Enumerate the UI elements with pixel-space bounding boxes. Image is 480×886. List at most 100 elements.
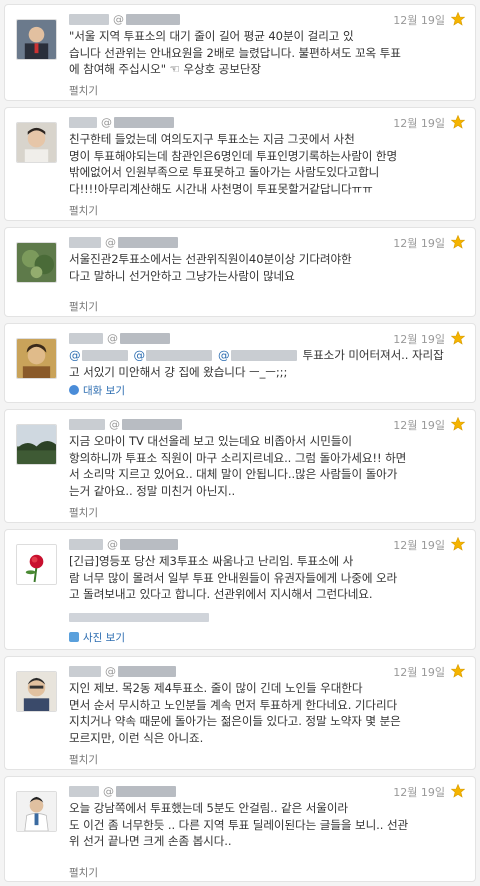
mention-link[interactable]: @: [134, 348, 146, 362]
tweet-text: 오늘 강남쪽에서 투표했는데 5분도 안걸림.. 같은 서울이라 도 이건 좀 …: [69, 800, 459, 850]
expand-link[interactable]: 펼치기: [69, 752, 98, 767]
tweet-line: 도 이건 좀 너무한듯 .. 다른 지역 투표 딜레이된다는 글들을 보니.. …: [69, 817, 409, 832]
star-icon[interactable]: [451, 235, 465, 249]
conversation-icon: [69, 385, 79, 395]
tweet-line: 서울진관2투표소에서는 선관위직원이40분이상 기다려야한: [69, 252, 352, 266]
at-sign: @: [105, 665, 116, 678]
avatar[interactable]: [16, 424, 57, 465]
redacted-username: [69, 117, 97, 128]
tweet-line: 다!!!!아무리계산해도 시간내 사천명이 투표못할거같답니다ㅠㅠ: [69, 181, 373, 196]
avatar[interactable]: [16, 242, 57, 283]
tweet-time[interactable]: 12월 19일: [393, 784, 445, 800]
redacted-username: [69, 237, 101, 248]
star-icon[interactable]: [451, 784, 465, 798]
star-icon[interactable]: [451, 537, 465, 551]
tweet-header: @ 12월 19일: [69, 417, 465, 433]
tweet-card[interactable]: @ 12월 19일 서울진관2투표소에서는 선관위직원이40분이상 기다려야한 …: [4, 227, 476, 317]
expand-link[interactable]: 펼치기: [69, 505, 98, 520]
tweet-text: [긴급]영등포 당산 제3투표소 싸움나고 난리임. 투표소에 사 람 너무 많…: [69, 553, 459, 603]
at-sign: @: [107, 538, 118, 551]
redacted-mention[interactable]: [146, 350, 212, 361]
tweet-line: 오늘 강남쪽에서 투표했는데 5분도 안걸림.. 같은 서울이라: [69, 801, 348, 815]
tweet-time[interactable]: 12월 19일: [393, 12, 445, 28]
tweet-card[interactable]: @ 12월 19일 @ @ @ 투표소가 미어터져서.. 자리잡 고 서있기 미안해서…: [4, 323, 476, 403]
tweet-header: @ 12월 19일: [69, 331, 465, 347]
tweet-card[interactable]: @ 12월 19일 지금 오마이 TV 대선올레 보고 있는데요 비좁아서 시민…: [4, 409, 476, 523]
redacted-username: [69, 786, 99, 797]
redacted-photo-link[interactable]: [69, 613, 209, 622]
tweet-text: @ @ @ 투표소가 미어터져서.. 자리잡 고 서있기 미안해서 걍 집에 왔습니다…: [69, 347, 459, 380]
redacted-handle: [118, 666, 176, 677]
tweet-card[interactable]: @ 12월 19일 [긴급]영등포 당산 제3투표소 싸움나고 난리임. 투표소…: [4, 529, 476, 650]
tweet-time[interactable]: 12월 19일: [393, 331, 445, 347]
avatar[interactable]: [16, 122, 57, 163]
redacted-mention[interactable]: [81, 350, 128, 361]
view-photo-label: 사진 보기: [83, 632, 125, 644]
redacted-handle: [114, 117, 174, 128]
tweet-line: 위 선거 끝나면 크게 손좀 봅시다..: [69, 834, 232, 848]
redacted-username: [69, 539, 103, 550]
tweet-card[interactable]: @ 12월 19일 오늘 강남쪽에서 투표했는데 5분도 안걸림.. 같은 서울…: [4, 776, 476, 882]
tweet-text: "서울 지역 투표소의 대기 줄이 길어 평균 40분이 걸리고 있 습니다 선…: [69, 28, 459, 78]
tweet-line: 지치거나 약속 때문에 돌아가는 젊은이들 있다고. 정말 노약자 몇 분은: [69, 714, 401, 728]
star-icon[interactable]: [451, 417, 465, 431]
star-icon[interactable]: [451, 331, 465, 345]
view-photo-link[interactable]: 사진 보기: [69, 630, 125, 645]
expand-link[interactable]: 펼치기: [69, 203, 98, 218]
avatar[interactable]: [16, 671, 57, 712]
at-sign: @: [103, 785, 114, 798]
tweet-line: 친구한테 들었는데 여의도지구 투표소는 지금 그곳에서 사천: [69, 132, 355, 146]
mention-link[interactable]: @: [218, 348, 230, 362]
avatar[interactable]: [16, 19, 57, 60]
avatar[interactable]: [16, 338, 57, 379]
tweet-card[interactable]: @ 12월 19일 지인 제보. 목2동 제4투표소. 줄이 많이 긴데 노인들…: [4, 656, 476, 770]
tweet-line: 명이 투표해야되는데 참관인은6명인데 투표인명기록하는사람이 한명: [69, 148, 398, 163]
at-sign: @: [101, 116, 112, 129]
tweet-text: 친구한테 들었는데 여의도지구 투표소는 지금 그곳에서 사천 명이 투표해야되…: [69, 131, 459, 197]
expand-link[interactable]: 펼치기: [69, 299, 98, 314]
tweet-line: 지금 오마이 TV 대선올레 보고 있는데요 비좁아서 시민들이: [69, 434, 352, 448]
tweet-line: 습니다 선관위는 안내요원을 2배로 늘렸답니다. 불편하셔도 꼬옥 투표: [69, 45, 401, 60]
redacted-username: [69, 333, 103, 344]
at-sign: @: [107, 332, 118, 345]
avatar[interactable]: [16, 791, 57, 832]
mention-link[interactable]: @: [69, 348, 81, 362]
star-icon[interactable]: [451, 664, 465, 678]
expand-link[interactable]: 펼치기: [69, 865, 98, 880]
tweet-header: @ 12월 19일: [69, 235, 465, 251]
tweet-line: @ @ @ 투표소가 미어터져서.. 자리잡: [69, 347, 459, 364]
star-icon[interactable]: [451, 115, 465, 129]
tweet-line: 고 돌려보내고 있다고 합니다. 선관위에서 지시해서 그런다네요.: [69, 587, 373, 601]
tweet-line: 모르지만, 이런 식은 아니죠.: [69, 730, 204, 745]
expand-link[interactable]: 펼치기: [69, 83, 98, 98]
tweet-line: [긴급]영등포 당산 제3투표소 싸움나고 난리임. 투표소에 사: [69, 554, 354, 568]
redacted-handle: [126, 14, 180, 25]
star-icon[interactable]: [451, 12, 465, 26]
tweet-text: 서울진관2투표소에서는 선관위직원이40분이상 기다려야한 다고 말하니 선거안…: [69, 251, 459, 284]
tweet-line: "서울 지역 투표소의 대기 줄이 길어 평균 40분이 걸리고 있: [69, 29, 354, 43]
tweet-line: 다고 말하니 선거안하고 그냥가는사람이 많네요: [69, 268, 295, 283]
redacted-username: [69, 419, 105, 430]
tweet-time[interactable]: 12월 19일: [393, 537, 445, 553]
tweet-header: @ 12월 19일: [69, 537, 465, 553]
tweet-card[interactable]: @ 12월 19일 친구한테 들었는데 여의도지구 투표소는 지금 그곳에서 사…: [4, 107, 476, 221]
tweet-text: 지금 오마이 TV 대선올레 보고 있는데요 비좁아서 시민들이 항의하니까 투…: [69, 433, 459, 499]
avatar[interactable]: [16, 544, 57, 585]
redacted-mention[interactable]: [230, 350, 297, 361]
redacted-handle: [116, 786, 176, 797]
tweet-time[interactable]: 12월 19일: [393, 115, 445, 131]
photo-icon: [69, 632, 79, 642]
redacted-username: [69, 666, 101, 677]
tweet-feed: @ 12월 19일 "서울 지역 투표소의 대기 줄이 길어 평균 40분이 걸…: [0, 0, 480, 886]
tweet-time[interactable]: 12월 19일: [393, 417, 445, 433]
tweet-line: 고 서있기 미안해서 걍 집에 왔습니다 ㅡ_ㅡ;;;: [69, 364, 288, 379]
tweet-line: 는거 같아요.. 정말 미친거 아닌지..: [69, 483, 236, 498]
tweet-time[interactable]: 12월 19일: [393, 664, 445, 680]
tweet-card[interactable]: @ 12월 19일 "서울 지역 투표소의 대기 줄이 길어 평균 40분이 걸…: [4, 4, 476, 101]
tweet-line: 항의하니까 투표소 직원이 마구 소리지르네요.. 그럼 돌아가세요!! 하면: [69, 450, 407, 465]
conversation-link[interactable]: 대화 보기: [69, 383, 125, 398]
tweet-line: 에 참여해 주십시오" ☜ 우상호 공보단장: [69, 62, 261, 76]
redacted-handle: [120, 333, 170, 344]
redacted-handle: [122, 419, 182, 430]
tweet-time[interactable]: 12월 19일: [393, 235, 445, 251]
